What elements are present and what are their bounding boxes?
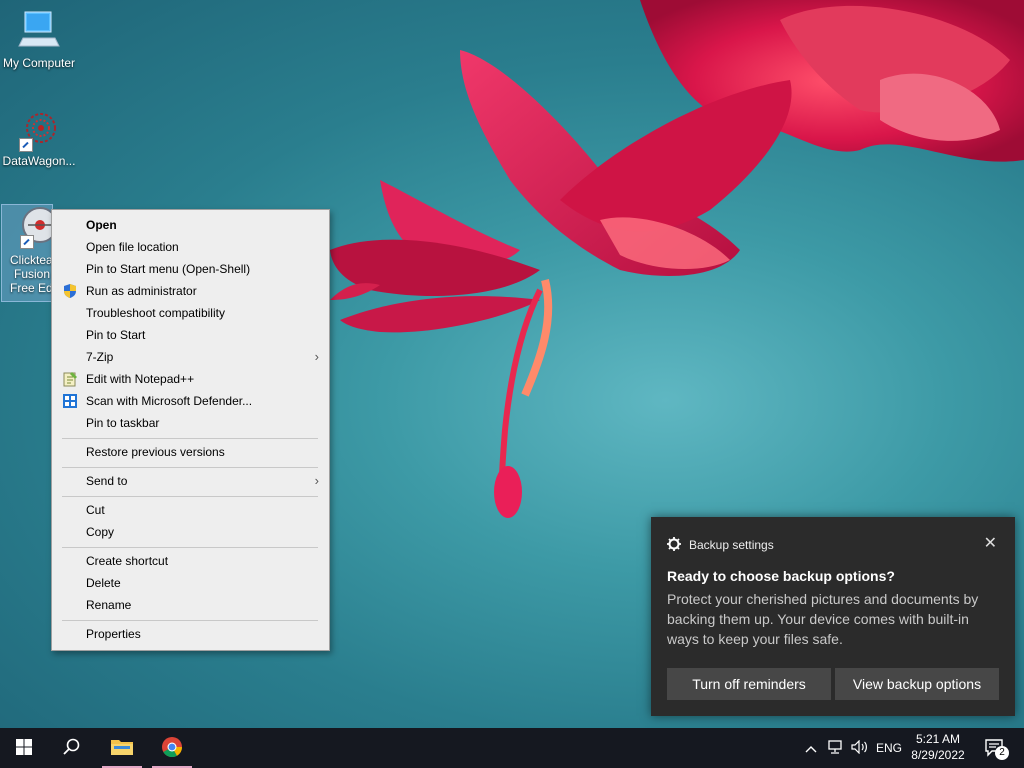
- input-language-indicator[interactable]: ENG: [876, 741, 902, 755]
- menu-item-troubleshoot-compatibility[interactable]: Troubleshoot compatibility: [52, 302, 329, 324]
- desktop-icon-my-computer[interactable]: My Computer: [1, 10, 77, 70]
- menu-item-pin-to-taskbar[interactable]: Pin to taskbar: [52, 412, 329, 434]
- clock[interactable]: 5:21 AM 8/29/2022: [906, 731, 970, 763]
- clock-time: 5:21 AM: [915, 732, 961, 746]
- gear-icon: [667, 536, 681, 554]
- menu-item-edit-with-notepad[interactable]: Edit with Notepad++: [52, 368, 329, 390]
- desktop-icon-label: DataWagon...: [2, 154, 76, 168]
- datawagon-icon: [15, 108, 63, 152]
- backup-toast-notification: Backup settings ✕ Ready to choose backup…: [651, 517, 1015, 716]
- menu-item-open-file-location[interactable]: Open file location: [52, 236, 329, 258]
- notification-icon: 2: [985, 739, 1009, 760]
- menu-item-restore-previous-versions[interactable]: Restore previous versions: [52, 441, 329, 463]
- windows-logo-icon: [16, 738, 32, 758]
- menu-item-open[interactable]: Open: [52, 214, 329, 236]
- show-hidden-icons-button[interactable]: [800, 728, 822, 768]
- menu-separator: [62, 496, 318, 497]
- taskbar: ENG 5:21 AM 8/29/2022 2: [0, 728, 1024, 768]
- toast-body: Protect your cherished pictures and docu…: [667, 591, 979, 647]
- start-button[interactable]: [0, 728, 48, 768]
- menu-separator: [62, 547, 318, 548]
- menu-item-copy[interactable]: Copy: [52, 521, 329, 543]
- menu-item-cut[interactable]: Cut: [52, 499, 329, 521]
- menu-item-rename[interactable]: Rename: [52, 594, 329, 616]
- computer-icon: [15, 10, 63, 54]
- taskbar-file-explorer[interactable]: [100, 728, 144, 768]
- menu-item-7zip[interactable]: 7-Zip ›: [52, 346, 329, 368]
- shortcut-arrow-icon: [19, 138, 33, 152]
- menu-item-pin-to-start[interactable]: Pin to Start: [52, 324, 329, 346]
- toast-title: Ready to choose backup options?: [667, 568, 895, 584]
- search-button[interactable]: [48, 728, 96, 768]
- shortcut-arrow-icon: [20, 235, 34, 249]
- action-center-button[interactable]: 2: [978, 728, 1012, 768]
- defender-icon: [62, 393, 78, 409]
- menu-item-delete[interactable]: Delete: [52, 572, 329, 594]
- view-backup-options-button[interactable]: View backup options: [835, 668, 999, 700]
- menu-item-run-as-administrator[interactable]: Run as administrator: [52, 280, 329, 302]
- notification-count-badge: 2: [995, 746, 1009, 760]
- toast-app-row: Backup settings: [667, 536, 774, 554]
- chevron-up-icon: [805, 740, 817, 756]
- menu-item-create-shortcut[interactable]: Create shortcut: [52, 550, 329, 572]
- menu-item-send-to[interactable]: Send to ›: [52, 470, 329, 492]
- search-icon: [63, 738, 81, 759]
- folder-icon: [110, 737, 134, 760]
- taskbar-chrome[interactable]: [150, 728, 194, 768]
- desktop-icon-label: My Computer: [2, 56, 76, 70]
- shield-icon: [62, 283, 78, 299]
- desktop-icon-label: Clickteam Fusion Free Edition: [10, 253, 53, 295]
- desktop-icon-datawagon[interactable]: DataWagon...: [1, 108, 77, 168]
- speaker-icon: [851, 739, 869, 757]
- toast-app-name: Backup settings: [689, 538, 774, 552]
- network-button[interactable]: [824, 728, 848, 768]
- menu-separator: [62, 620, 318, 621]
- chevron-right-icon: ›: [314, 473, 319, 488]
- desktop-icon-clickteam-fusion[interactable]: Clickteam Fusion Free Edition: [1, 204, 53, 302]
- menu-item-scan-with-defender[interactable]: Scan with Microsoft Defender...: [52, 390, 329, 412]
- notepad-icon: [62, 371, 78, 387]
- clickteam-fusion-icon: [6, 205, 52, 249]
- menu-separator: [62, 438, 318, 439]
- clock-date: 8/29/2022: [911, 748, 965, 762]
- menu-item-pin-to-start-open-shell[interactable]: Pin to Start menu (Open-Shell): [52, 258, 329, 280]
- volume-button[interactable]: [848, 728, 872, 768]
- turn-off-reminders-button[interactable]: Turn off reminders: [667, 668, 831, 700]
- chrome-icon: [161, 736, 183, 761]
- network-icon: [827, 739, 845, 757]
- context-menu: Open Open file location Pin to Start men…: [51, 209, 330, 651]
- menu-separator: [62, 467, 318, 468]
- close-icon[interactable]: ✕: [984, 533, 997, 553]
- chevron-right-icon: ›: [314, 349, 319, 364]
- menu-item-properties[interactable]: Properties: [52, 623, 329, 645]
